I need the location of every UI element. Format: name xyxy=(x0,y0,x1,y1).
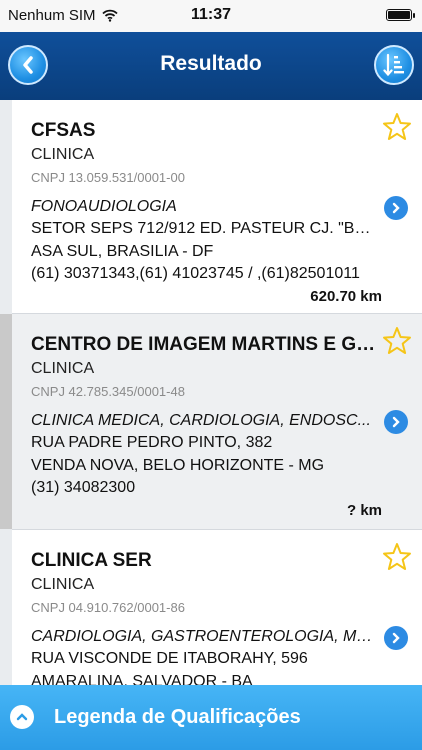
details-arrow-button[interactable] xyxy=(384,626,408,650)
result-cnpj: CNPJ 04.910.762/0001-86 xyxy=(31,600,185,615)
chevron-up-icon xyxy=(10,705,34,729)
sort-icon xyxy=(383,53,404,77)
details-arrow-button[interactable] xyxy=(384,410,408,434)
battery-icon xyxy=(386,9,415,21)
result-card[interactable]: CLINICA SER CLINICA CNPJ 04.910.762/0001… xyxy=(12,530,422,685)
results-list[interactable]: CFSAS CLINICA CNPJ 13.059.531/0001-00 FO… xyxy=(0,100,422,685)
result-cnpj: CNPJ 13.059.531/0001-00 xyxy=(31,170,185,185)
result-phones: (31) 34082300 xyxy=(31,479,136,496)
selection-indicator xyxy=(0,314,12,529)
legend-bar[interactable]: Legenda de Qualificações xyxy=(0,685,422,750)
result-card[interactable]: CFSAS CLINICA CNPJ 13.059.531/0001-00 FO… xyxy=(12,100,422,314)
result-card[interactable]: CENTRO DE IMAGEM MARTINS E GOD... CLINIC… xyxy=(12,314,422,530)
favorite-star-icon[interactable] xyxy=(382,542,412,572)
legend-label: Legenda de Qualificações xyxy=(54,706,301,728)
result-specialties: FONOAUDIOLOGIA xyxy=(31,198,177,215)
details-arrow-button[interactable] xyxy=(384,196,408,220)
result-address-line2: VENDA NOVA, BELO HORIZONTE - MG xyxy=(31,457,325,474)
result-type: CLINICA xyxy=(31,576,95,593)
result-distance: 620.70 km xyxy=(310,288,382,305)
result-type: CLINICA xyxy=(31,360,95,377)
result-address-line2: ASA SUL, BRASILIA - DF xyxy=(31,243,214,260)
result-specialties: CLINICA MEDICA, CARDIOLOGIA, ENDOSC... xyxy=(31,412,371,429)
favorite-star-icon[interactable] xyxy=(382,112,412,142)
result-address-line1: RUA PADRE PEDRO PINTO, 382 xyxy=(31,434,273,451)
result-phones: (61) 30371343,(61) 41023745 / ,(61)82501… xyxy=(31,265,360,282)
result-distance: ? km xyxy=(346,502,382,519)
sort-button[interactable] xyxy=(374,45,414,85)
result-name: CENTRO DE IMAGEM MARTINS E GOD... xyxy=(31,334,386,355)
result-address-line1: SETOR SEPS 712/912 ED. PASTEUR CJ. "B" .… xyxy=(31,220,376,237)
chevron-right-icon xyxy=(392,202,400,214)
chevron-right-icon xyxy=(392,632,400,644)
result-type: CLINICA xyxy=(31,146,95,163)
result-name: CFSAS xyxy=(31,120,96,141)
status-bar: Nenhum SIM 11:37 xyxy=(0,0,422,32)
result-name: CLINICA SER xyxy=(31,550,152,571)
result-cnpj: CNPJ 42.785.345/0001-48 xyxy=(31,384,185,399)
result-address-line2: AMARALINA, SALVADOR - BA xyxy=(31,673,253,685)
result-specialties: CARDIOLOGIA, GASTROENTEROLOGIA, ME... xyxy=(31,628,376,645)
page-title: Resultado xyxy=(160,52,262,75)
status-time: 11:37 xyxy=(190,6,232,23)
favorite-star-icon[interactable] xyxy=(382,326,412,356)
result-address-line1: RUA VISCONDE DE ITABORAHY, 596 xyxy=(31,650,308,667)
header: Resultado xyxy=(0,32,422,100)
chevron-right-icon xyxy=(392,416,400,428)
